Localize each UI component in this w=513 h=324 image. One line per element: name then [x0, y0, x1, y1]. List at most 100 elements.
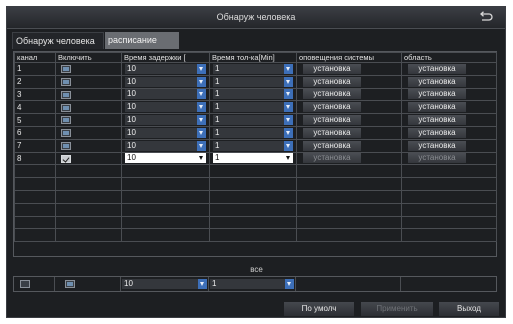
enable-cell	[55, 151, 122, 166]
area-setup-button[interactable]: установка	[408, 127, 466, 138]
hold-select[interactable]: 1	[213, 63, 293, 74]
hold-cell: 1	[209, 74, 297, 89]
delay-cell: 10	[121, 87, 210, 102]
enable-cell	[55, 100, 122, 115]
all-delay-select[interactable]: 10	[122, 279, 207, 289]
area-setup-button[interactable]: установка	[408, 102, 466, 113]
enable-checkbox[interactable]	[61, 90, 71, 99]
delay-select[interactable]: 10	[125, 63, 206, 74]
table-row: 2 10 1 установка установка	[14, 74, 497, 89]
empty-cell	[401, 189, 497, 204]
delay-select[interactable]: 10	[125, 127, 206, 138]
hold-select[interactable]: 1	[213, 140, 293, 151]
area-setup-button[interactable]: установка	[408, 76, 466, 87]
enable-checkbox[interactable]	[61, 116, 71, 125]
hold-cell: 1	[209, 138, 297, 153]
hold-select[interactable]: 1	[213, 115, 293, 126]
hold-value: 1	[215, 89, 220, 99]
hold-select[interactable]: 1	[213, 102, 293, 113]
alert-setup-button[interactable]: установка	[303, 89, 361, 100]
delay-value: 10	[127, 153, 136, 163]
all-delay-value: 10	[124, 279, 133, 288]
all-enable-checkbox[interactable]	[65, 280, 75, 288]
delay-value: 10	[127, 102, 136, 112]
delay-select[interactable]: 10	[125, 115, 206, 126]
empty-cell	[14, 177, 56, 191]
delay-select[interactable]: 10	[125, 153, 206, 164]
dropdown-arrow-icon	[197, 63, 206, 74]
delay-select[interactable]: 10	[125, 102, 206, 113]
delay-select[interactable]: 10	[125, 89, 206, 100]
alert-setup-button[interactable]: установка	[303, 63, 361, 74]
alert-cell: установка	[296, 151, 402, 166]
area-setup-button[interactable]: установка	[408, 153, 466, 164]
enable-checkbox[interactable]	[61, 154, 71, 163]
delay-select[interactable]: 10	[125, 76, 206, 87]
alert-setup-button[interactable]: установка	[303, 115, 361, 126]
default-button[interactable]: По умолч	[284, 302, 354, 316]
window-title: Обнаруж человека	[216, 12, 296, 22]
alert-setup-button[interactable]: установка	[303, 76, 361, 87]
empty-cell	[401, 215, 497, 230]
area-cell: установка	[401, 74, 497, 89]
table-row: 1 10 1 установка установка	[14, 62, 497, 76]
all-channels-row: 10 1	[13, 276, 497, 292]
enable-checkbox[interactable]	[61, 78, 71, 87]
area-setup-button[interactable]: установка	[408, 89, 466, 100]
area-setup-button[interactable]: установка	[408, 115, 466, 126]
hold-select[interactable]: 1	[213, 76, 293, 87]
empty-row	[14, 177, 497, 191]
dropdown-arrow-icon	[197, 76, 206, 87]
dropdown-arrow-icon	[197, 153, 206, 164]
empty-cell	[296, 164, 402, 179]
empty-cell	[401, 202, 497, 217]
dropdown-arrow-icon	[284, 89, 293, 100]
all-hold-select[interactable]: 1	[210, 279, 294, 289]
delay-cell: 10	[121, 125, 210, 140]
alert-cell: установка	[296, 113, 402, 127]
area-setup-button[interactable]: установка	[408, 140, 466, 151]
alert-cell: установка	[296, 74, 402, 89]
hold-cell: 1	[209, 125, 297, 140]
delay-cell: 10	[121, 151, 210, 166]
enable-cell	[55, 113, 122, 127]
enable-checkbox[interactable]	[61, 129, 71, 138]
delay-cell: 10	[121, 100, 210, 115]
empty-cell	[121, 189, 210, 204]
alert-setup-button[interactable]: установка	[303, 153, 361, 164]
back-arrow-icon[interactable]	[479, 11, 493, 23]
apply-button[interactable]: Применить	[361, 302, 433, 316]
empty-row	[14, 202, 497, 217]
area-cell: установка	[401, 100, 497, 115]
delay-cell: 10	[121, 74, 210, 89]
dropdown-arrow-icon	[285, 279, 294, 289]
dropdown-arrow-icon	[284, 127, 293, 138]
empty-cell	[401, 177, 497, 191]
header-system-alert: оповещения системы	[296, 52, 402, 63]
tab-schedule[interactable]: расписание	[105, 32, 179, 49]
enable-checkbox[interactable]	[61, 142, 71, 151]
alert-setup-button[interactable]: установка	[303, 102, 361, 113]
hold-select[interactable]: 1	[213, 89, 293, 100]
header-delay-time: Время задержки [	[121, 52, 210, 63]
area-cell: установка	[401, 62, 497, 76]
exit-button[interactable]: Выход	[439, 302, 499, 316]
table-row: 6 10 1 установка установка	[14, 125, 497, 140]
tab-human-detection[interactable]: Обнаруж человека	[12, 32, 104, 49]
enable-checkbox[interactable]	[61, 65, 71, 74]
hold-cell: 1	[209, 87, 297, 102]
empty-cell	[121, 164, 210, 179]
alert-setup-button[interactable]: установка	[303, 140, 361, 151]
channel-number: 2	[14, 74, 56, 89]
enable-checkbox[interactable]	[61, 103, 71, 112]
delay-value: 10	[127, 76, 136, 86]
alert-setup-button[interactable]: установка	[303, 127, 361, 138]
dropdown-arrow-icon	[197, 115, 206, 126]
all-select-checkbox[interactable]	[20, 280, 30, 288]
hold-select[interactable]: 1	[213, 127, 293, 138]
delay-select[interactable]: 10	[125, 140, 206, 151]
hold-value: 1	[215, 63, 220, 73]
empty-cell	[209, 228, 297, 243]
hold-select[interactable]: 1	[213, 153, 293, 164]
area-setup-button[interactable]: установка	[408, 63, 466, 74]
